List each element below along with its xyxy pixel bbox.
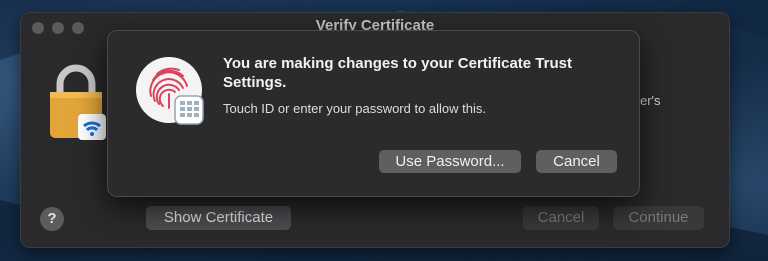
use-password-button[interactable]: Use Password... (379, 150, 521, 173)
cancel-button[interactable]: Cancel (523, 206, 599, 230)
lock-icon (50, 64, 106, 140)
keypad-icon (174, 95, 204, 125)
authentication-sheet: You are making changes to your Certifica… (107, 30, 640, 197)
sheet-title: You are making changes to your Certifica… (223, 55, 572, 91)
continue-button[interactable]: Continue (613, 206, 704, 230)
wifi-icon (78, 114, 106, 140)
show-certificate-button[interactable]: Show Certificate (146, 206, 291, 230)
sheet-message: Touch ID or enter your password to allow… (223, 101, 487, 116)
sheet-cancel-button[interactable]: Cancel (536, 150, 617, 173)
window-body-text: er's (640, 93, 661, 108)
touch-id-icon (136, 57, 204, 125)
help-button[interactable]: ? (40, 207, 64, 231)
